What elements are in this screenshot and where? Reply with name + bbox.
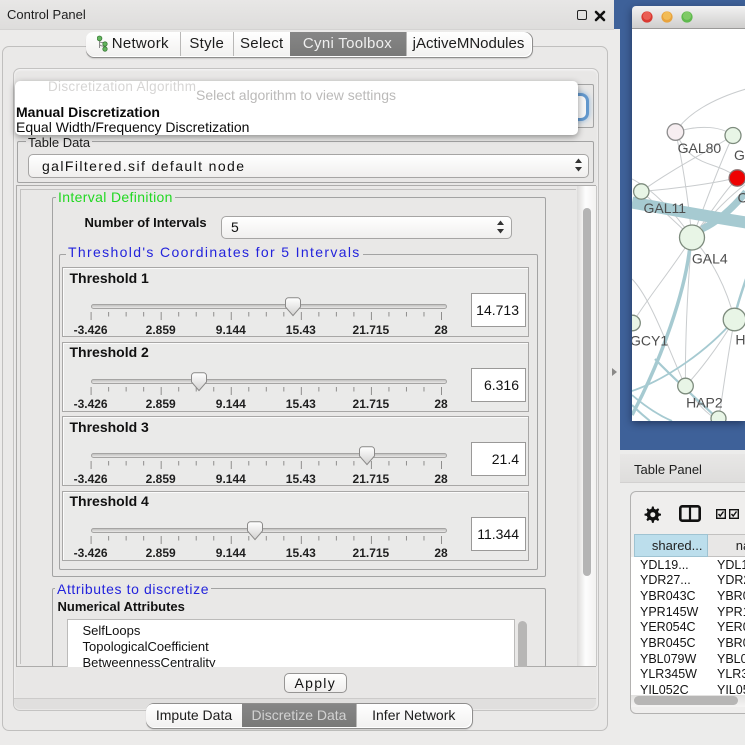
svg-text:GA: GA [734, 147, 745, 163]
svg-text:HAP2: HAP2 [686, 394, 723, 410]
svg-text:GAL4: GAL4 [691, 250, 727, 266]
svg-text:C: C [737, 189, 745, 205]
svg-text:H: H [735, 331, 745, 347]
svg-text:GAL80: GAL80 [677, 140, 721, 156]
svg-text:GAL11: GAL11 [643, 200, 686, 216]
svg-text:GCY1: GCY1 [632, 332, 668, 348]
